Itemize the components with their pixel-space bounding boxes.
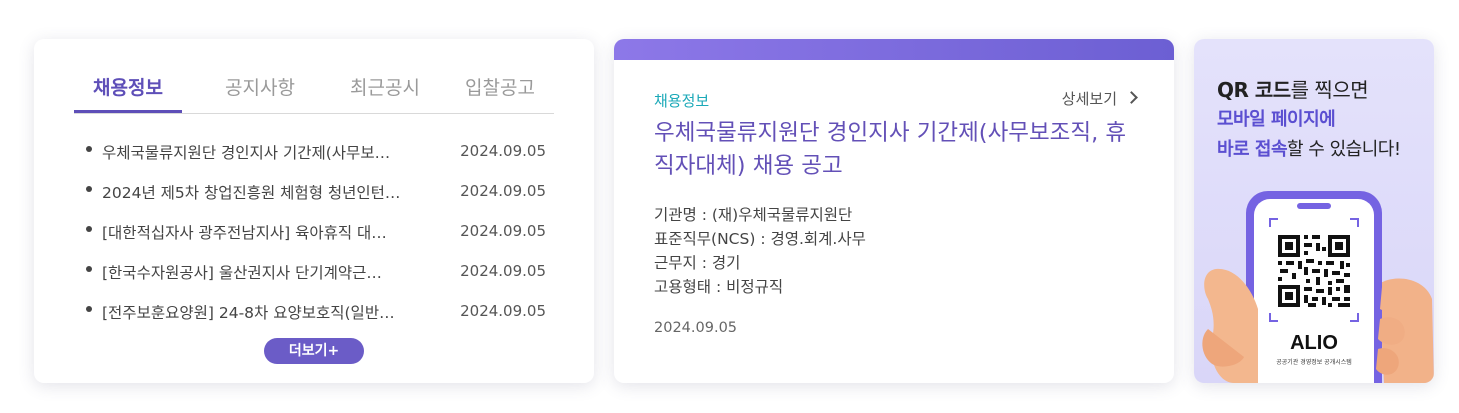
employment-line: 고용형태 : 비정규직 — [654, 278, 784, 296]
org-line: 기관명 : (재)우체국물류지원단 — [654, 206, 853, 224]
notice-title[interactable]: [대한적십자사 광주전남지사] 육아휴직 대… — [102, 221, 432, 243]
list-item[interactable]: 우체국물류지원단 경인지사 기간제(사무보… 2024.09.05 — [86, 141, 546, 181]
notice-list: 우체국물류지원단 경인지사 기간제(사무보… 2024.09.05 2024년 … — [86, 141, 546, 341]
qr-highlight: 바로 접속 — [1217, 139, 1288, 160]
bullet-icon — [86, 186, 92, 192]
card-header-bar — [614, 39, 1174, 60]
location-line: 근무지 : 경기 — [654, 254, 741, 272]
bullet-icon — [86, 146, 92, 152]
qr-line3-rest: 할 수 있습니다! — [1287, 139, 1401, 160]
notice-title[interactable]: 2024년 제5차 창업진흥원 체험형 청년인턴… — [102, 181, 432, 203]
list-item[interactable]: [대한적십자사 광주전남지사] 육아휴직 대… 2024.09.05 — [86, 221, 546, 261]
board-tabs: 채용정보 공지사항 최근공시 입찰공고 — [74, 73, 554, 114]
notice-title[interactable]: [한국수자원공사] 울산권지사 단기계약근… — [102, 261, 432, 283]
more-button[interactable]: 더보기+ — [264, 338, 364, 364]
notice-date: 2024.09.05 — [460, 302, 546, 320]
category-label: 채용정보 — [654, 92, 710, 110]
qr-bold: QR 코드 — [1217, 78, 1291, 102]
tab-recent-disclosures[interactable]: 최근공시 — [325, 73, 445, 113]
list-item[interactable]: [전주보훈요양원] 24-8차 요양보호직(일반… 2024.09.05 — [86, 301, 546, 341]
detail-link-label: 상세보기 — [1061, 90, 1117, 108]
bullet-icon — [86, 266, 92, 272]
posting-date: 2024.09.05 — [654, 320, 738, 336]
list-item[interactable]: [한국수자원공사] 울산권지사 단기계약근… 2024.09.05 — [86, 261, 546, 301]
alio-brand: ALIO — [1290, 332, 1338, 354]
bullet-icon — [86, 306, 92, 312]
qr-line2: 모바일 페이지에 — [1217, 109, 1336, 130]
qr-promo-text: QR 코드를 찍으면 모바일 페이지에 바로 접속할 수 있습니다! — [1217, 75, 1401, 165]
chevron-right-icon — [1125, 91, 1138, 104]
qr-promo-card: QR 코드를 찍으면 모바일 페이지에 바로 접속할 수 있습니다! ALIO … — [1194, 39, 1434, 383]
notice-title[interactable]: [전주보훈요양원] 24-8차 요양보호직(일반… — [102, 301, 432, 323]
detail-link[interactable]: 상세보기 — [1061, 88, 1138, 109]
job-line: 표준직무(NCS) : 경영.회계.사무 — [654, 230, 866, 248]
notice-date: 2024.09.05 — [460, 182, 546, 200]
bullet-icon — [86, 226, 92, 232]
notice-date: 2024.09.05 — [460, 262, 546, 280]
tab-bid-announcements[interactable]: 입찰공고 — [446, 73, 554, 113]
posting-meta: 기관명 : (재)우체국물류지원단 표준직무(NCS) : 경영.회계.사무 근… — [654, 203, 866, 299]
featured-posting-card[interactable]: 채용정보 상세보기 우체국물류지원단 경인지사 기간제(사무보조직, 휴직자대체… — [614, 39, 1174, 383]
phone-qr-illustration: ALIO 공공기관 경영정보 공개시스템 — [1202, 191, 1434, 383]
alio-subtitle: 공공기관 경영정보 공개시스템 — [1276, 358, 1352, 366]
tab-notices[interactable]: 공지사항 — [200, 73, 320, 113]
list-item[interactable]: 2024년 제5차 창업진흥원 체험형 청년인턴… 2024.09.05 — [86, 181, 546, 221]
qr-rest: 를 찍으면 — [1290, 78, 1369, 102]
notice-date: 2024.09.05 — [460, 222, 546, 240]
notice-title[interactable]: 우체국물류지원단 경인지사 기간제(사무보… — [102, 141, 432, 163]
notice-date: 2024.09.05 — [460, 142, 546, 160]
tab-recruitment[interactable]: 채용정보 — [74, 73, 182, 113]
notice-board-card: 채용정보 공지사항 최근공시 입찰공고 우체국물류지원단 경인지사 기간제(사무… — [34, 39, 594, 383]
posting-title[interactable]: 우체국물류지원단 경인지사 기간제(사무보조직, 휴직자대체) 채용 공고 — [654, 117, 1134, 183]
